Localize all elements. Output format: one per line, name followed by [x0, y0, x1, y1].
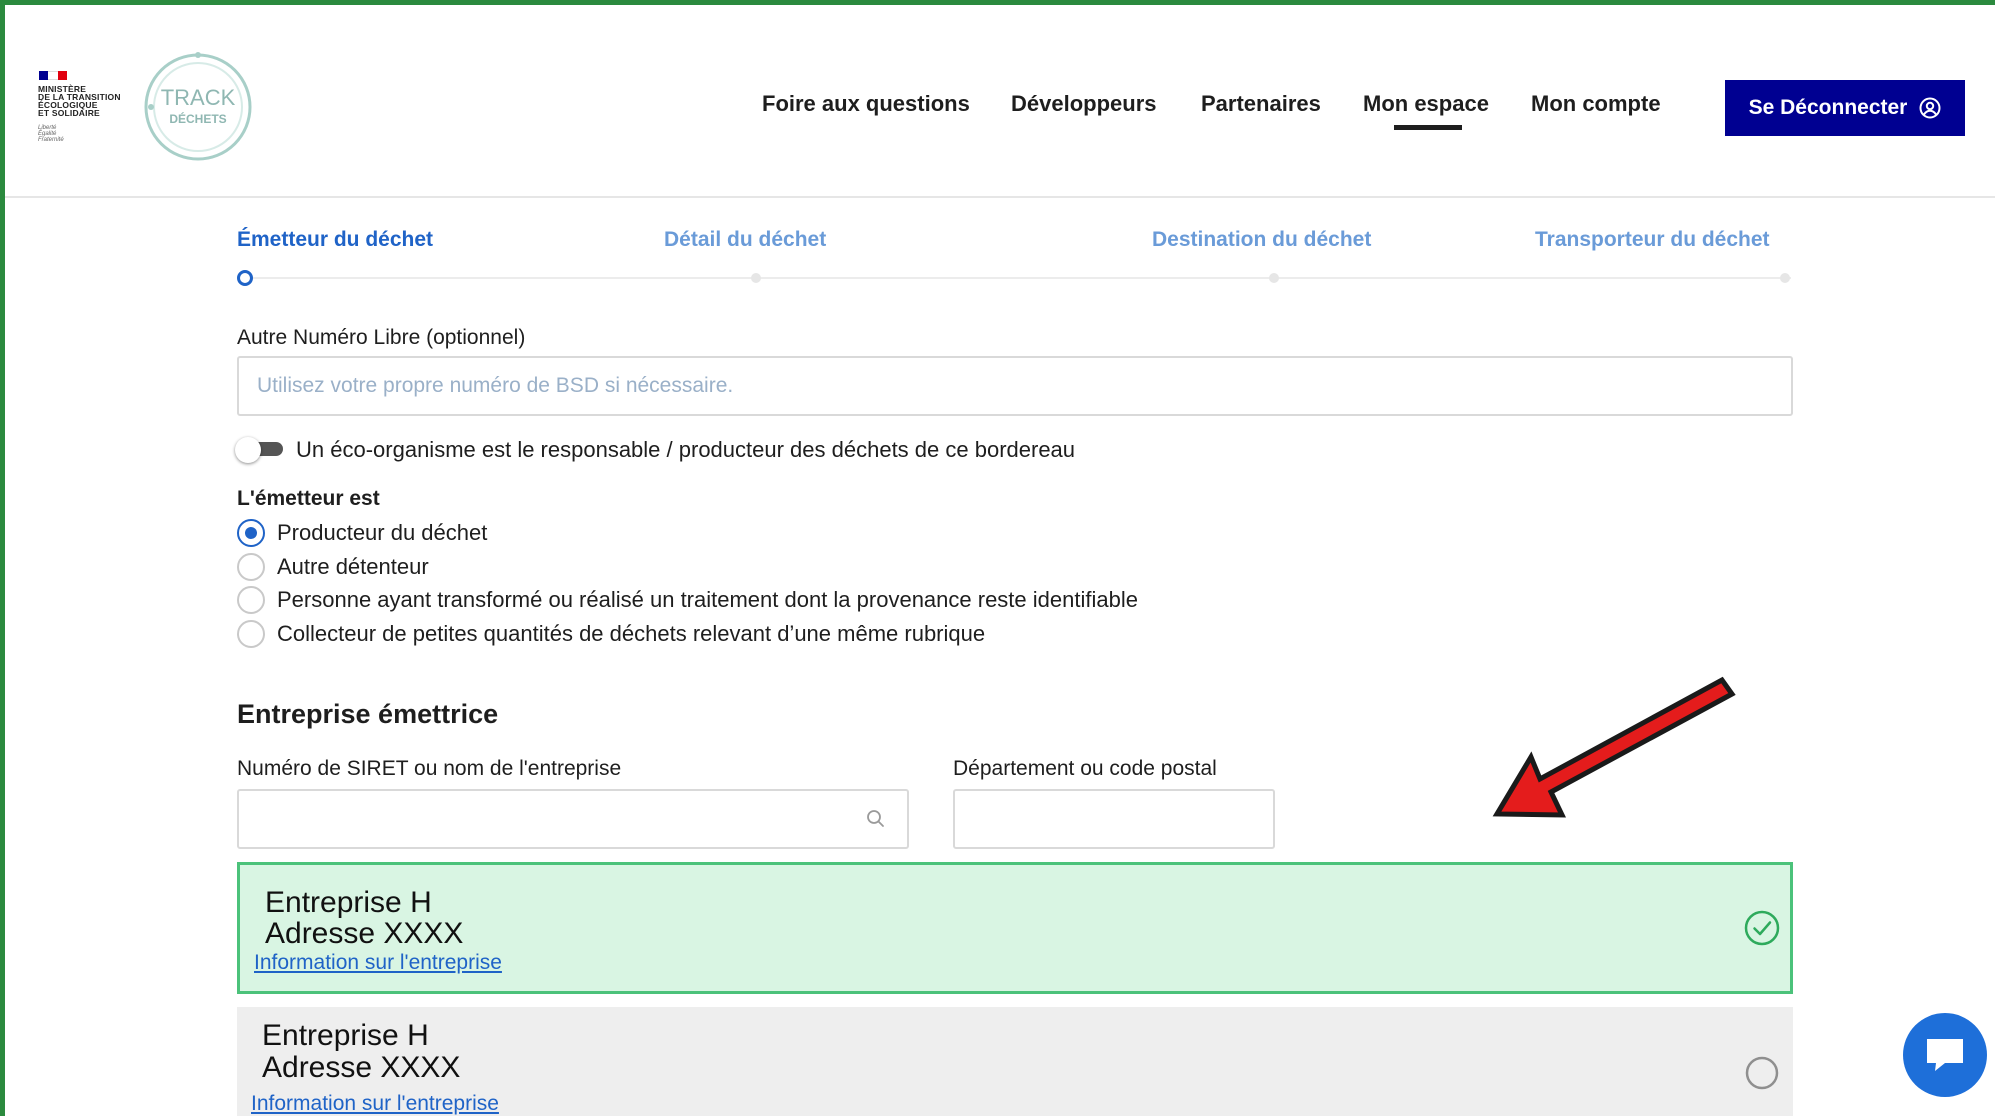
republic-motto: Liberté Égalité Fraternité [38, 125, 64, 143]
chat-bubble-icon [1927, 1039, 1963, 1071]
red-arrow-annotation [1492, 676, 1736, 818]
user-icon [1919, 97, 1941, 119]
stepper-dot-destination [1269, 273, 1279, 283]
stepper-dot-detail [751, 273, 761, 283]
eco-organism-label: Un éco-organisme est le responsable / pr… [296, 437, 1076, 462]
radio-label: Producteur du déchet [277, 520, 488, 545]
trackdechets-logo[interactable]: TRACK DÉCHETS [141, 50, 255, 164]
logo-text-dechets: DÉCHETS [169, 111, 226, 126]
step-transporter[interactable]: Transporteur du déchet [1535, 228, 1770, 252]
step-waste-detail[interactable]: Détail du déchet [664, 228, 826, 252]
logout-label: Se Déconnecter [1748, 96, 1908, 119]
radio-small-collector[interactable]: Collecteur de petites quantités de déche… [237, 620, 985, 648]
company-address: Adresse XXXX [262, 1051, 461, 1084]
company-result-selected[interactable]: Entreprise H Adresse XXXX Information su… [237, 862, 1793, 994]
logo-text-track: TRACK [161, 85, 236, 110]
stepper-track [243, 277, 1791, 279]
site-header: MINISTÈRE DE LA TRANSITION ÉCOLOGIQUE ET… [5, 5, 1995, 198]
radio-label: Collecteur de petites quantités de déche… [277, 621, 986, 646]
empty-circle-icon[interactable] [1744, 1055, 1780, 1091]
nav-active-indicator [1394, 125, 1462, 130]
nav-partners[interactable]: Partenaires [1201, 91, 1321, 117]
department-label: Département ou code postal [953, 757, 1217, 780]
free-number-input[interactable] [237, 356, 1793, 416]
nav-my-space[interactable]: Mon espace [1363, 91, 1489, 117]
nav-faq[interactable]: Foire aux questions [762, 91, 970, 117]
stepper-dot-emitter [237, 270, 253, 286]
step-emitter[interactable]: Émetteur du déchet [237, 228, 433, 252]
company-name: Entreprise H [265, 886, 432, 919]
company-result[interactable]: Entreprise H Adresse XXXX Information su… [237, 1007, 1793, 1116]
stepper-dot-transporter [1780, 273, 1790, 283]
siret-label: Numéro de SIRET ou nom de l'entreprise [237, 757, 622, 780]
company-address: Adresse XXXX [265, 917, 464, 950]
department-input[interactable] [953, 789, 1275, 849]
emitter-type-label: L'émetteur est [237, 487, 380, 510]
company-info-link[interactable]: Information sur l'entreprise [254, 951, 502, 975]
free-number-label: Autre Numéro Libre (optionnel) [237, 326, 526, 349]
eco-organism-toggle[interactable] [235, 437, 285, 463]
chat-button[interactable] [1903, 1013, 1987, 1097]
radio-button[interactable] [237, 586, 265, 614]
radio-label: Autre détenteur [277, 554, 429, 579]
check-circle-icon [1744, 910, 1780, 946]
nav-my-account[interactable]: Mon compte [1531, 91, 1661, 117]
search-icon [867, 810, 884, 827]
radio-producer[interactable]: Producteur du déchet [237, 519, 487, 547]
radio-transformer[interactable]: Personne ayant transformé ou réalisé un … [237, 586, 1138, 614]
company-section-title: Entreprise émettrice [237, 699, 499, 729]
logout-button[interactable]: Se Déconnecter [1725, 80, 1965, 136]
company-name: Entreprise H [262, 1019, 429, 1052]
nav-developers[interactable]: Développeurs [1011, 91, 1157, 117]
radio-label: Personne ayant transformé ou réalisé un … [277, 587, 1138, 612]
step-destination[interactable]: Destination du déchet [1152, 228, 1371, 252]
screenshot-frame: MINISTÈRE DE LA TRANSITION ÉCOLOGIQUE ET… [0, 0, 1995, 1116]
toggle-knob [235, 437, 261, 463]
radio-button[interactable] [237, 553, 265, 581]
radio-other-holder[interactable]: Autre détenteur [237, 553, 429, 581]
ministry-name: MINISTÈRE DE LA TRANSITION ÉCOLOGIQUE ET… [38, 84, 121, 118]
french-flag-icon [39, 71, 67, 80]
company-info-link[interactable]: Information sur l'entreprise [251, 1092, 499, 1116]
radio-button-checked[interactable] [237, 519, 265, 547]
ministry-logo: MINISTÈRE DE LA TRANSITION ÉCOLOGIQUE ET… [33, 67, 139, 157]
siret-search-input[interactable] [237, 789, 909, 849]
radio-button[interactable] [237, 620, 265, 648]
